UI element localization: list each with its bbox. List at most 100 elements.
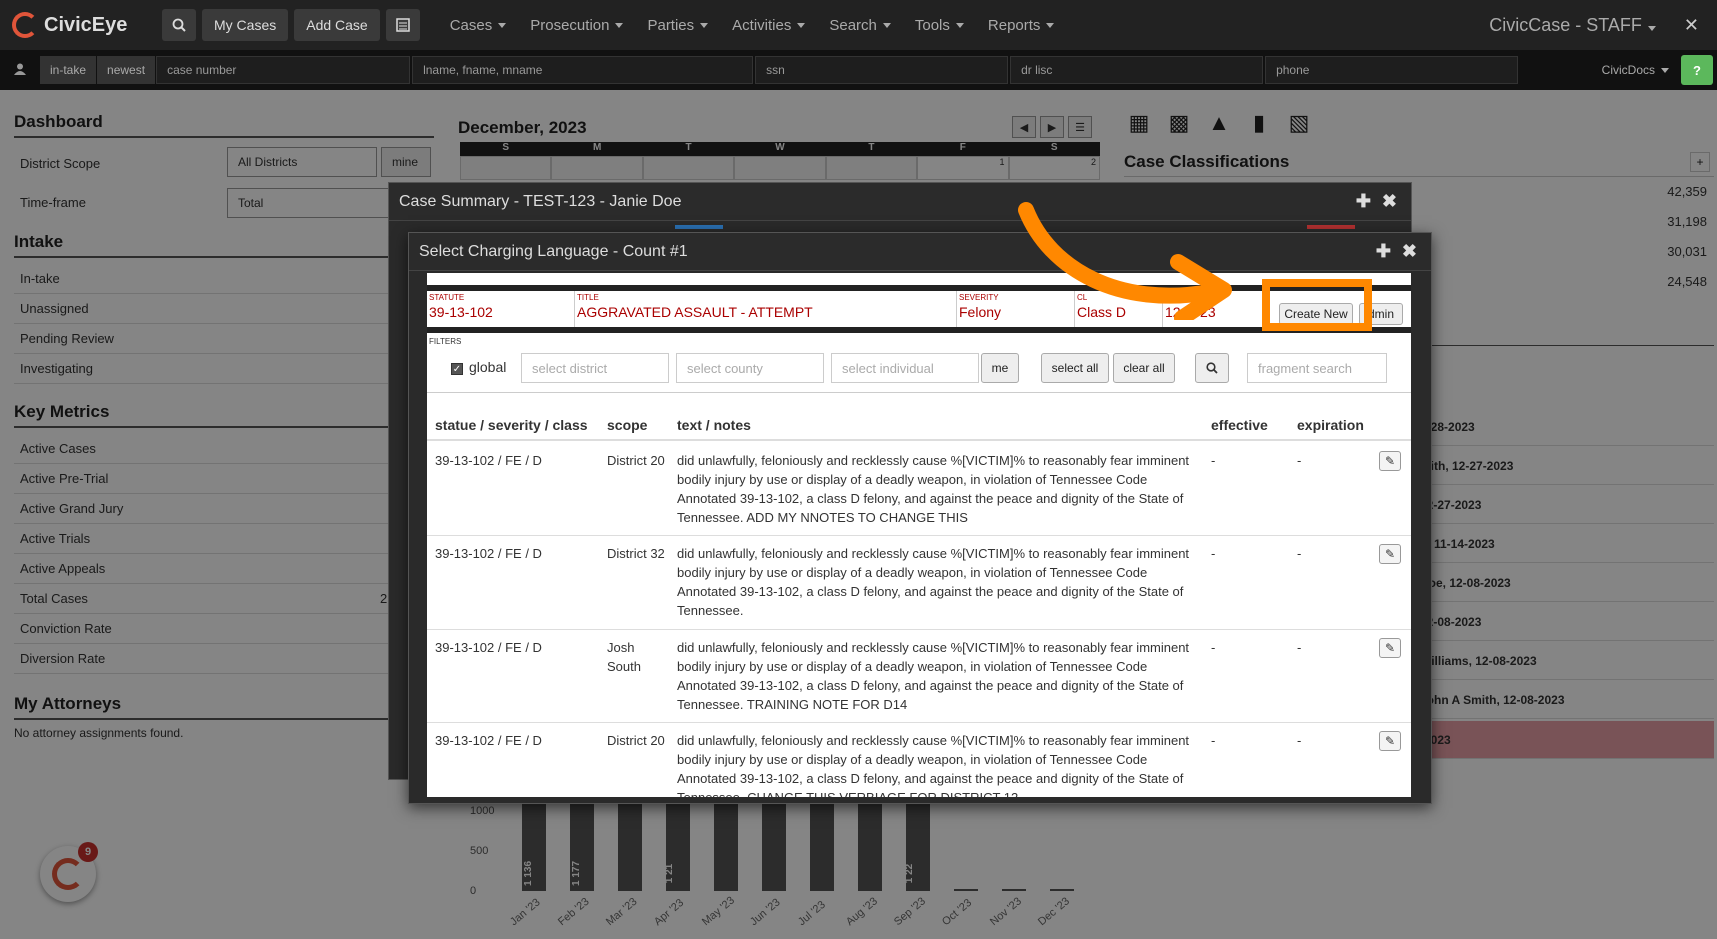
- tab-indicator: [675, 225, 723, 229]
- row-scope: District 20: [607, 453, 665, 468]
- brand[interactable]: CivicEye: [12, 12, 162, 38]
- row-effective: -: [1211, 546, 1216, 561]
- global-checkbox[interactable]: ✓: [451, 363, 463, 375]
- search-button[interactable]: [162, 9, 196, 41]
- close-icon[interactable]: ✕: [1684, 15, 1699, 36]
- caret-down-icon: [1046, 22, 1055, 28]
- row-expiration: -: [1297, 733, 1302, 748]
- case-number-input[interactable]: case number: [156, 56, 411, 84]
- my-cases-button[interactable]: My Cases: [202, 9, 289, 41]
- close-icon[interactable]: ✖: [1402, 241, 1417, 262]
- edit-button[interactable]: ✎: [1379, 731, 1401, 751]
- table-row[interactable]: 39-13-102 / FE / D District 20 did unlaw…: [427, 443, 1411, 536]
- name-input[interactable]: lname, fname, mname: [412, 56, 754, 84]
- row-expiration: -: [1297, 546, 1302, 561]
- menu-label: Reports: [987, 16, 1041, 34]
- pencil-icon: ✎: [1384, 454, 1396, 468]
- caret-down-icon: [797, 22, 806, 28]
- col-effective[interactable]: effective: [1211, 417, 1268, 433]
- pencil-icon: ✎: [1384, 547, 1396, 561]
- menu-parties[interactable]: Parties: [647, 17, 709, 34]
- close-icon[interactable]: ✖: [1382, 191, 1397, 212]
- dr-lisc-input[interactable]: dr lisc: [1010, 56, 1264, 84]
- tab-in-take[interactable]: in-take: [40, 56, 97, 84]
- expand-icon[interactable]: ✚: [1376, 241, 1391, 262]
- clear-all-button[interactable]: clear all: [1113, 353, 1175, 383]
- nav-right: CivicCase - STAFF ✕: [1489, 0, 1699, 50]
- user-icon[interactable]: [0, 62, 40, 78]
- caret-down-icon: [955, 22, 964, 28]
- global-label: global: [469, 359, 507, 375]
- charging-modal-title: Select Charging Language - Count #1: [409, 233, 1431, 271]
- caret-down-icon: [882, 22, 891, 28]
- case-summary-title: Case Summary - TEST-123 - Janie Doe: [389, 183, 1411, 221]
- row-statute: 39-13-102 / FE / D: [435, 546, 542, 561]
- row-text: did unlawfully, feloniously and reckless…: [677, 733, 1190, 797]
- menu-label: Prosecution: [530, 16, 610, 34]
- quick-search-bar: in-take newest case number lname, fname,…: [0, 50, 1717, 90]
- row-statute: 39-13-102 / FE / D: [435, 640, 542, 655]
- statute-value: 39-13-102: [429, 304, 493, 320]
- edit-button[interactable]: ✎: [1379, 451, 1401, 471]
- edit-button[interactable]: ✎: [1379, 638, 1401, 658]
- individual-select[interactable]: select individual: [831, 353, 979, 383]
- menu-search[interactable]: Search: [829, 17, 891, 34]
- table-row[interactable]: 39-13-102 / FE / D Josh South did unlawf…: [427, 630, 1411, 723]
- county-select[interactable]: select county: [676, 353, 824, 383]
- expand-icon[interactable]: ✚: [1356, 191, 1371, 212]
- help-button[interactable]: ?: [1681, 55, 1713, 85]
- fragment-search-input[interactable]: fragment search: [1247, 353, 1387, 383]
- row-expiration: -: [1297, 640, 1302, 655]
- civiceye-logo-icon: [12, 12, 38, 38]
- row-expiration: -: [1297, 453, 1302, 468]
- menu-tools[interactable]: Tools: [915, 17, 964, 34]
- col-scope[interactable]: scope: [607, 417, 647, 433]
- caret-down-icon: [1661, 67, 1669, 73]
- menu-label: Tools: [914, 16, 950, 34]
- col-text[interactable]: text / notes: [677, 417, 751, 433]
- table-row[interactable]: 39-13-102 / FE / D District 20 did unlaw…: [427, 723, 1411, 797]
- menu-activities[interactable]: Activities: [732, 16, 806, 34]
- calculator-button[interactable]: [385, 9, 420, 41]
- ssn-input[interactable]: ssn: [755, 56, 1009, 84]
- col-statute[interactable]: statue / severity / class: [435, 417, 588, 433]
- pencil-icon: ✎: [1384, 641, 1396, 655]
- menu-prosecution[interactable]: Prosecution: [530, 16, 624, 34]
- caret-down-icon: [615, 22, 624, 28]
- menu-label: Cases: [449, 16, 493, 34]
- context-menu[interactable]: CivicCase - STAFF: [1489, 15, 1656, 36]
- charging-modal-body: STATUTE 39-13-102 TITLE AGGRAVATED ASSAU…: [427, 273, 1411, 797]
- menu-label: Search: [829, 16, 877, 34]
- calculator-icon: [395, 18, 410, 32]
- caret-down-icon: [700, 22, 709, 28]
- col-expiration[interactable]: expiration: [1297, 417, 1364, 433]
- tab-newest[interactable]: newest: [97, 56, 156, 84]
- brand-name: CivicEye: [44, 13, 128, 36]
- user-glyph: [14, 63, 26, 75]
- civicdocs-menu[interactable]: CivicDocs: [1602, 56, 1669, 84]
- row-text: did unlawfully, feloniously and reckless…: [677, 453, 1190, 525]
- row-effective: -: [1211, 453, 1216, 468]
- caret-down-icon: [498, 22, 507, 28]
- table-row[interactable]: 39-13-102 / FE / D District 32 did unlaw…: [427, 536, 1411, 630]
- row-effective: -: [1211, 640, 1216, 655]
- title-label: TITLE: [577, 293, 599, 302]
- select-all-button[interactable]: select all: [1041, 353, 1109, 383]
- filters-row: ✓ global select district select county s…: [427, 345, 1411, 393]
- alert-indicator: [1307, 225, 1355, 229]
- title-value: AGGRAVATED ASSAULT - ATTEMPT: [577, 304, 813, 320]
- statute-cell: STATUTE 39-13-102: [427, 291, 575, 327]
- menu-reports[interactable]: Reports: [988, 17, 1055, 34]
- phone-input[interactable]: phone: [1265, 56, 1519, 84]
- pencil-icon: ✎: [1384, 734, 1396, 748]
- me-button[interactable]: me: [981, 353, 1019, 383]
- district-select[interactable]: select district: [521, 353, 669, 383]
- search-button[interactable]: [1195, 353, 1229, 383]
- edit-button[interactable]: ✎: [1379, 544, 1401, 564]
- title-cell: TITLE AGGRAVATED ASSAULT - ATTEMPT: [575, 291, 957, 327]
- menu-label: Activities: [732, 16, 792, 34]
- search-icon: [1206, 362, 1218, 374]
- menu-cases[interactable]: Cases: [450, 17, 507, 34]
- add-case-button[interactable]: Add Case: [294, 9, 380, 41]
- charging-table-header: statue / severity / class scope text / n…: [427, 409, 1411, 441]
